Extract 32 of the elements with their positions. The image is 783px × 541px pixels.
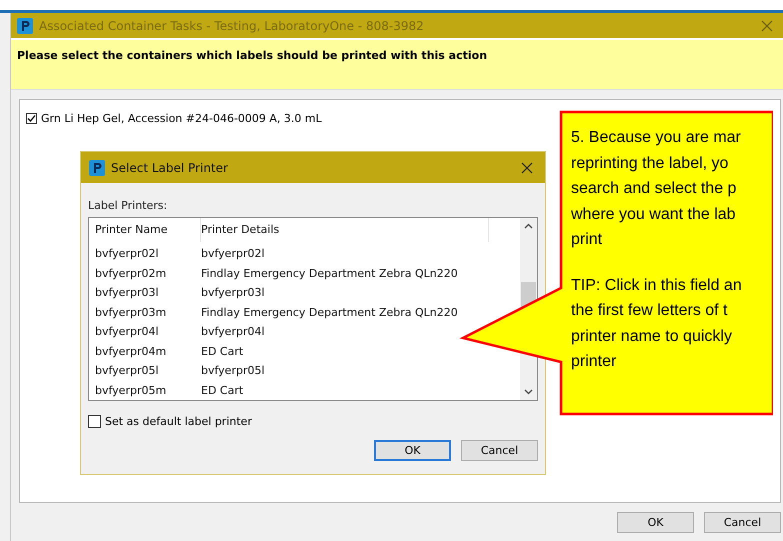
cancel-button[interactable]: Cancel — [461, 440, 538, 461]
callout-text: TIP: Click in this field an the first few letters of t printer name to quickly printer — [571, 276, 742, 372]
checkbox[interactable] — [26, 113, 37, 124]
table-cell[interactable]: bvfyerpr03l — [201, 286, 520, 300]
ok-button[interactable]: OK — [617, 512, 694, 533]
container-label[interactable]: Grn Li Hep Gel, Accession #24-046-0009 A, 3.0 mL — [41, 112, 322, 125]
cancel-button[interactable]: Cancel — [704, 512, 781, 533]
app-logo-icon — [89, 160, 105, 176]
window-title: Associated Container Tasks - Testing, LaboratoryOne - 808-3982 — [39, 18, 425, 32]
app-logo-icon — [17, 18, 33, 34]
table-cell[interactable]: bvfyerpr04l — [95, 325, 201, 338]
table-cell[interactable]: bvfyerpr03m — [95, 306, 201, 319]
instruction-text: Please select the containers which labels should be printed with this action — [17, 49, 488, 62]
table-cell[interactable]: bvfyerpr02l — [95, 247, 201, 260]
column-header[interactable]: Printer Name — [95, 218, 201, 242]
callout-text: 5. Because you are mar reprinting the label, yo search and select the p where you want the lab print — [571, 128, 742, 250]
table-cell[interactable]: bvfyerpr05m — [95, 384, 201, 397]
table-cell[interactable]: bvfyerpr02m — [95, 266, 201, 280]
close-icon[interactable] — [521, 162, 533, 174]
table-cell[interactable]: ED Cart — [201, 384, 520, 397]
table-cell[interactable]: bvfyerpr05l — [201, 364, 520, 378]
dialog-title: Select Label Printer — [111, 160, 229, 174]
table-cell[interactable]: bvfyerpr05l — [95, 364, 201, 378]
column-header[interactable]: Printer Details — [201, 218, 489, 242]
table-cell[interactable]: bvfyerpr02l — [201, 247, 520, 260]
ok-button[interactable]: OK — [374, 440, 451, 461]
table-cell[interactable]: bvfyerpr04m — [95, 344, 201, 358]
table-cell[interactable]: bvfyerpr03l — [95, 286, 201, 300]
table-cell[interactable]: Findlay Emergency Department Zebra QLn220 — [201, 266, 520, 280]
checkbox[interactable] — [88, 415, 101, 428]
checkbox-label[interactable]: Set as default label printer — [105, 415, 252, 428]
list-label: Label Printers: — [88, 199, 168, 212]
